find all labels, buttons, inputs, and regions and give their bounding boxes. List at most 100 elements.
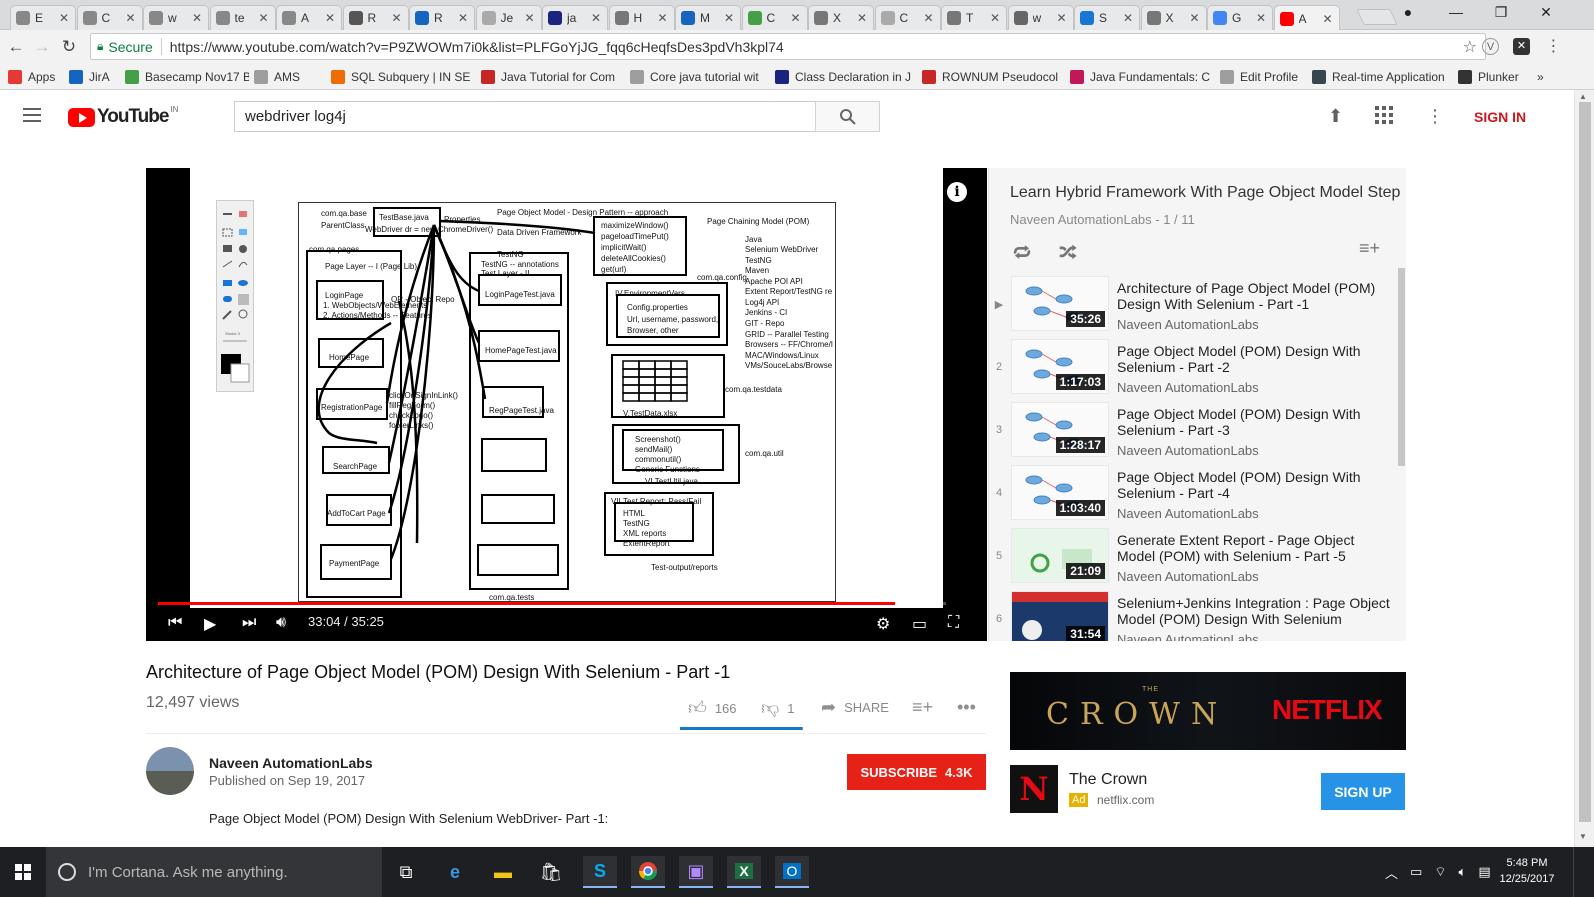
playlist-scrollbar[interactable]	[1398, 268, 1405, 466]
video-player[interactable]: Stroke 3 com.qa.base ParentClass TestBase.…	[146, 168, 987, 641]
bookmarks-overflow-icon[interactable]: »	[1537, 67, 1544, 87]
bookmark-item[interactable]: Basecamp Nov17 Bat	[125, 67, 249, 87]
bookmark-item[interactable]: AMS	[254, 67, 324, 87]
app-icon[interactable]: ▣	[679, 856, 713, 888]
tab-close-icon[interactable]: ✕	[1121, 11, 1135, 25]
tab-close-icon[interactable]: ✕	[589, 11, 603, 25]
browser-menu-icon[interactable]: ⋮	[1545, 38, 1562, 55]
reload-icon[interactable]: ↻	[59, 37, 79, 57]
store-icon[interactable]: 🛍︎	[534, 856, 568, 888]
wifi-icon[interactable]: ⌔	[1434, 864, 1446, 880]
bookmark-item[interactable]: Plunker	[1458, 67, 1528, 87]
page-scrollbar[interactable]: ▲ ▼	[1574, 90, 1594, 847]
ad-banner[interactable]: THE CROWN NETFLIX	[1010, 672, 1406, 750]
search-button[interactable]	[815, 101, 880, 132]
extension-v-icon[interactable]: V	[1482, 38, 1499, 55]
more-options-icon[interactable]: ⋮	[1426, 106, 1444, 127]
tab-close-icon[interactable]: ✕	[855, 11, 869, 25]
browser-tab[interactable]: R ✕	[342, 5, 409, 30]
shuffle-icon[interactable]: 🔀︎	[1059, 238, 1077, 265]
scroll-down-icon[interactable]: ▼	[1579, 832, 1587, 841]
browser-tab[interactable]: M ✕	[675, 5, 741, 30]
browser-tab[interactable]: w ✕	[1007, 5, 1074, 30]
dislike-button[interactable]: 👎︎ 1	[761, 697, 795, 719]
playlist-item[interactable]: 6 31:54 Selenium+Jenkins Integration : Pag…	[989, 587, 1397, 641]
scroll-up-icon[interactable]: ▲	[1579, 92, 1587, 101]
playlist-item[interactable]: 5 21:09 Generate Extent Report - Page Obje…	[989, 524, 1397, 587]
tab-close-icon[interactable]: ✕	[523, 11, 537, 25]
loop-icon[interactable]: 🔁︎	[1013, 238, 1031, 265]
file-explorer-icon[interactable]: ▬	[486, 856, 520, 888]
channel-name[interactable]: Naveen AutomationLabs	[209, 755, 373, 771]
tab-close-icon[interactable]: ✕	[789, 11, 803, 25]
volume-tray-icon[interactable]: 🔈︎	[1459, 864, 1467, 880]
bookmark-item[interactable]: Java Tutorial for Com	[481, 67, 623, 87]
profile-icon[interactable]: ●	[1386, 4, 1430, 20]
youtube-logo[interactable]: YouTube IN	[68, 105, 178, 128]
subscribe-button[interactable]: SUBSCRIBE 4.3K	[847, 754, 986, 790]
previous-icon[interactable]: ⏮	[168, 614, 182, 632]
bookmark-item[interactable]: Core java tutorial wit	[630, 67, 770, 87]
show-desktop-button[interactable]	[1573, 847, 1594, 897]
tab-close-icon[interactable]: ✕	[257, 11, 271, 25]
progress-bar[interactable]	[158, 602, 946, 605]
upload-icon[interactable]: ⬆	[1328, 106, 1343, 127]
tab-close-icon[interactable]: ✕	[190, 11, 204, 25]
channel-avatar[interactable]	[146, 747, 194, 795]
guide-menu-icon[interactable]	[23, 108, 41, 122]
fullscreen-icon[interactable]: ⛶	[948, 614, 959, 632]
maximize-icon[interactable]: ❐	[1479, 4, 1523, 21]
forward-icon[interactable]: →	[32, 37, 52, 57]
playlist-item[interactable]: 2 1:17:03 Page Object Model (POM) Design W…	[989, 335, 1397, 398]
tab-close-icon[interactable]: ✕	[390, 11, 404, 25]
browser-tab[interactable]: G ✕	[1207, 5, 1273, 30]
playlist-title[interactable]: Learn Hybrid Framework With Page Object …	[1010, 184, 1400, 202]
tab-close-icon[interactable]: ✕	[1254, 11, 1268, 25]
tab-close-icon[interactable]: ✕	[57, 11, 71, 25]
tab-close-icon[interactable]: ✕	[1188, 11, 1202, 25]
playlist-item[interactable]: 3 1:28:17 Page Object Model (POM) Design W…	[989, 398, 1397, 461]
bookmark-item[interactable]: Real-time Application	[1312, 67, 1452, 87]
scrollbar-thumb[interactable]	[1579, 102, 1591, 822]
playlist-thumbnail[interactable]: 31:54	[1011, 591, 1109, 641]
ad-title[interactable]: The Crown	[1069, 771, 1147, 789]
playlist-thumbnail[interactable]: 21:09	[1011, 528, 1109, 583]
playlist-thumbnail[interactable]: 1:17:03	[1011, 339, 1109, 394]
browser-tab[interactable]: X ✕	[1140, 5, 1207, 30]
battery-icon[interactable]: ▭	[1410, 864, 1422, 880]
browser-tab[interactable]: A ✕	[1273, 5, 1340, 31]
tab-close-icon[interactable]: ✕	[922, 11, 936, 25]
like-button[interactable]: 👍︎ 166	[688, 697, 737, 719]
browser-tab[interactable]: H ✕	[608, 5, 675, 30]
netflix-logo-icon[interactable]: N	[1010, 765, 1058, 813]
browser-tab[interactable]: C ✕	[874, 5, 941, 30]
bookmark-item[interactable]: Java Fundamentals: C	[1070, 67, 1212, 87]
bookmark-item[interactable]: ROWNUM Pseudocol	[922, 67, 1064, 87]
action-center-icon[interactable]: ▤	[1478, 864, 1490, 880]
address-bar[interactable]: 🔒︎ Secure https://www.youtube.com/watch?…	[90, 33, 1486, 60]
apps-grid-icon[interactable]	[1375, 106, 1393, 129]
share-button[interactable]: ➦ SHARE	[821, 697, 889, 718]
bookmark-star-icon[interactable]: ☆	[1463, 37, 1477, 57]
minimize-icon[interactable]: —	[1434, 4, 1478, 20]
tab-close-icon[interactable]: ✕	[323, 11, 337, 25]
tab-close-icon[interactable]: ✕	[656, 11, 670, 25]
start-button[interactable]	[0, 847, 46, 897]
info-icon[interactable]: i	[947, 182, 967, 202]
play-icon[interactable]: ▶	[204, 614, 216, 634]
tab-close-icon[interactable]: ✕	[1321, 12, 1335, 26]
next-icon[interactable]: ⏭	[242, 614, 256, 632]
playlist-item[interactable]: 4 1:03:40 Page Object Model (POM) Design W…	[989, 461, 1397, 524]
bookmark-item[interactable]: JirA	[69, 67, 119, 87]
tab-close-icon[interactable]: ✕	[722, 11, 736, 25]
bookmark-item[interactable]: SQL Subquery | IN SE	[331, 67, 476, 87]
bookmark-item[interactable]: Apps	[8, 67, 63, 87]
save-playlist-icon[interactable]: ≡+	[1359, 238, 1380, 259]
playlist-thumbnail[interactable]: 1:03:40	[1011, 465, 1109, 520]
excel-icon[interactable]: X	[727, 856, 761, 888]
browser-tab[interactable]: A ✕	[276, 5, 342, 30]
skype-icon[interactable]: S	[583, 856, 617, 888]
browser-tab[interactable]: te ✕	[209, 5, 276, 30]
bookmark-item[interactable]: Edit Profile	[1220, 67, 1306, 87]
browser-tab[interactable]: C ✕	[76, 5, 143, 30]
